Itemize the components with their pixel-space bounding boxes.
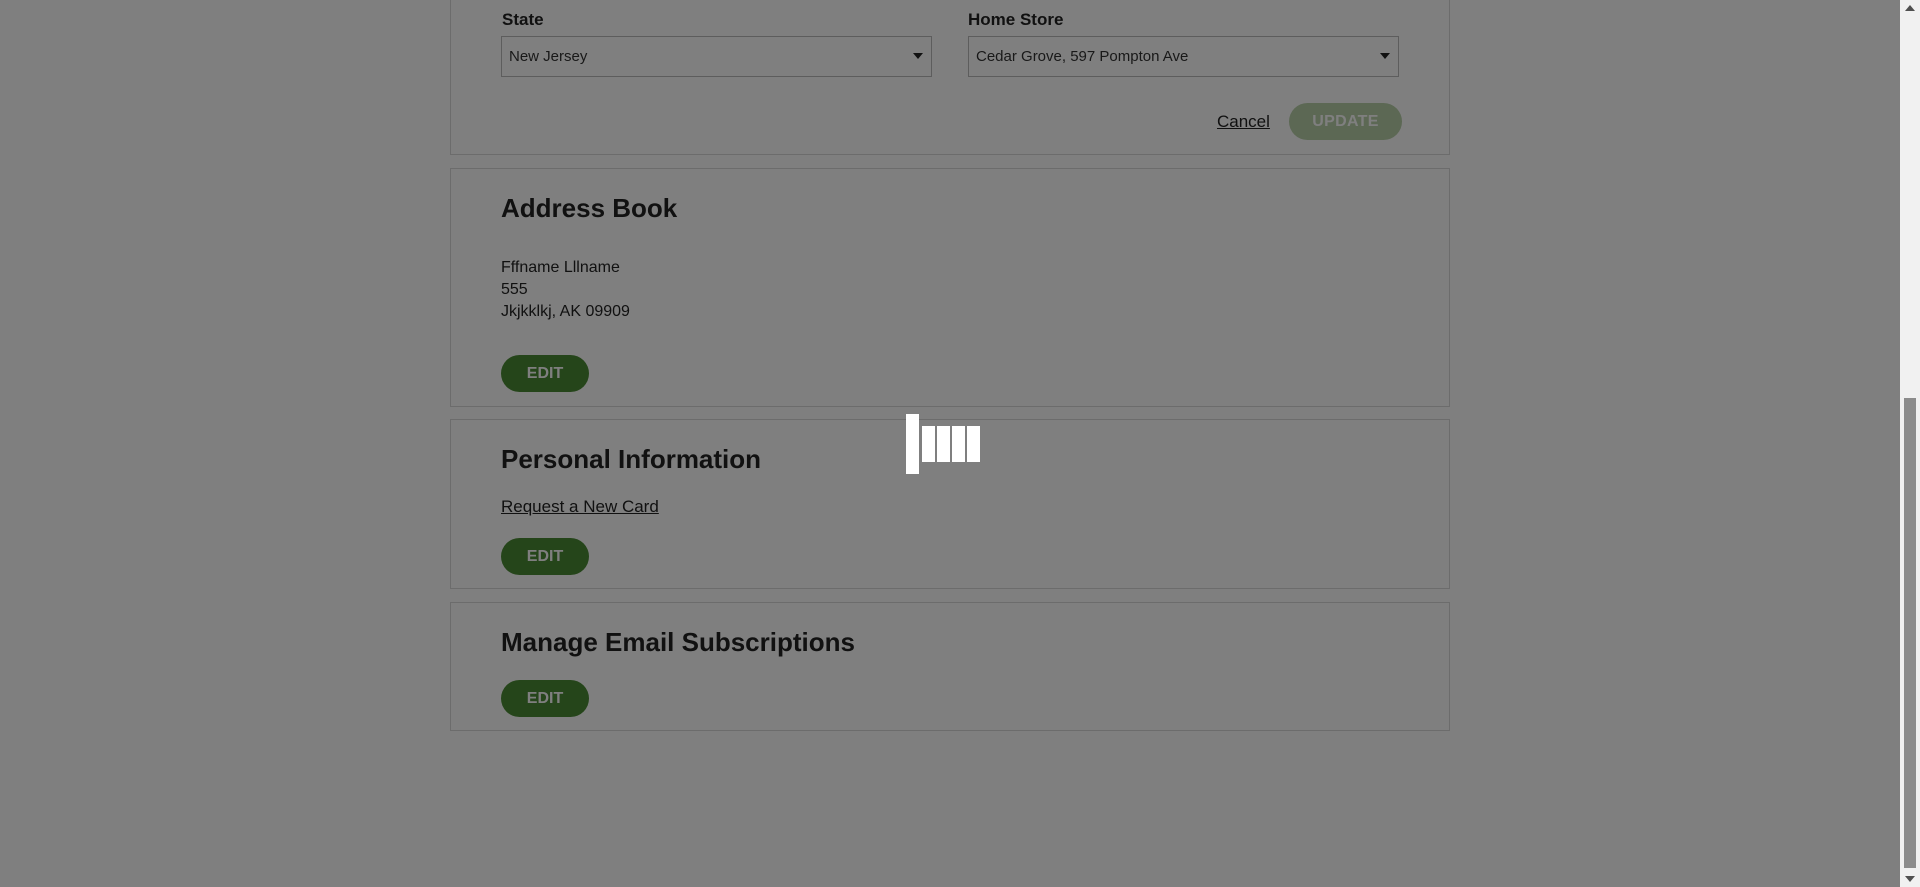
vertical-scrollbar[interactable] (1900, 0, 1920, 887)
scroll-up-icon[interactable] (1905, 5, 1915, 11)
loading-overlay (0, 0, 1900, 887)
loading-spinner-icon (906, 414, 986, 474)
scroll-thumb[interactable] (1904, 398, 1916, 868)
scroll-down-icon[interactable] (1905, 876, 1915, 882)
